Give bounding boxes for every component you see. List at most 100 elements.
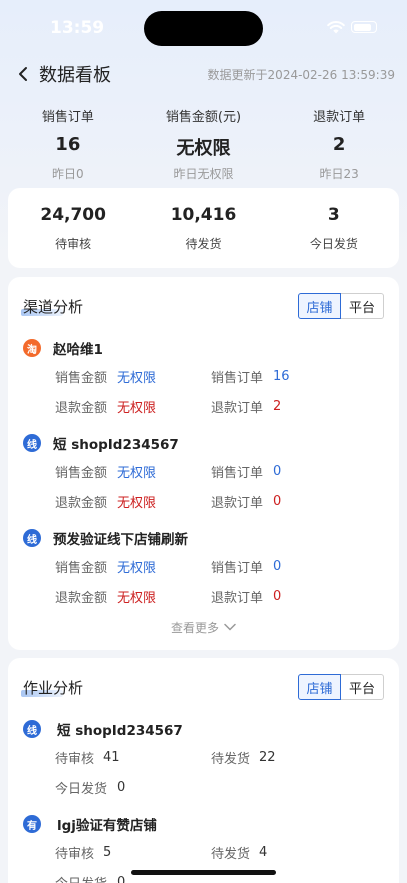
summary-sub: 昨日无权限 <box>173 167 234 181</box>
shop-metrics: 待审核 41 待发货 22 今日发货 0 <box>23 742 384 802</box>
offline-shop-icon: 线 <box>23 529 41 547</box>
metric: 销售金额 无权限 <box>55 361 211 391</box>
shop-head: 淘 赵哈维1 <box>23 335 384 361</box>
wifi-icon <box>327 21 345 34</box>
status-time: 13:59 <box>50 18 105 38</box>
home-indicator <box>131 870 276 875</box>
tab-shop[interactable]: 店铺 <box>298 293 341 319</box>
view-more-button[interactable]: 查看更多 <box>8 615 399 639</box>
summary-value: 2 <box>332 134 346 155</box>
metric-label: 待发货 <box>211 751 251 767</box>
youzan-shop-icon: 有 <box>23 815 41 833</box>
stat-value: 10,416 <box>170 204 237 225</box>
section-title: 作业分析 <box>20 678 84 697</box>
summary-sub: 昨日23 <box>319 167 359 181</box>
metric: 退款金额 无权限 <box>55 581 211 611</box>
shop-metrics: 销售金额 无权限 销售订单 16 退款金额 无权限 退款订单 2 <box>23 361 384 421</box>
metric-label: 待审核 <box>55 846 95 862</box>
summary-value: 无权限 <box>176 138 231 159</box>
summary-row: 销售订单 16 昨日0 销售金额(元) 无权限 昨日无权限 退款订单 2 昨日2… <box>0 106 407 182</box>
metric-value: 0 <box>273 463 282 479</box>
stat-shipped-today[interactable]: 3 今日发货 <box>269 205 399 252</box>
task-segmented-control: 店铺 平台 <box>298 674 384 700</box>
metric-value: 0 <box>273 493 282 509</box>
metric-value: 无权限 <box>117 465 157 481</box>
metric: 退款订单 2 <box>211 391 384 421</box>
metric-value: 16 <box>273 368 290 384</box>
metric-value: 4 <box>259 844 268 860</box>
metric: 退款金额 无权限 <box>55 486 211 516</box>
task-analysis-card: 作业分析 店铺 平台 线 短 shopId234567 待审核 41 待发货 22 … <box>8 658 399 883</box>
shop-head: 线 短 shopId234567 <box>23 430 384 456</box>
metric: 销售订单 0 <box>211 551 384 581</box>
summary-sales-orders[interactable]: 销售订单 16 昨日0 <box>0 106 136 182</box>
section-header: 作业分析 店铺 平台 <box>8 658 399 716</box>
metric-value: 无权限 <box>117 370 157 386</box>
summary-sales-amount[interactable]: 销售金额(元) 无权限 昨日无权限 <box>136 106 272 182</box>
status-icons <box>327 20 377 34</box>
metric-label: 今日发货 <box>55 873 117 883</box>
metric: 待发货 4 <box>211 837 384 867</box>
shop-metrics: 销售金额 无权限 销售订单 0 退款金额 无权限 退款订单 0 <box>23 551 384 611</box>
channel-segmented-control: 店铺 平台 <box>298 293 384 319</box>
summary-refund-orders[interactable]: 退款订单 2 昨日23 <box>271 106 407 182</box>
metric-value: 无权限 <box>117 560 157 576</box>
metric-label: 销售金额 <box>55 560 108 576</box>
stat-label: 待发货 <box>185 236 222 251</box>
stat-label: 今日发货 <box>309 236 358 251</box>
taobao-icon: 淘 <box>23 339 41 357</box>
metric: 销售金额 无权限 <box>55 551 211 581</box>
tab-platform[interactable]: 平台 <box>341 674 384 700</box>
chevron-down-icon <box>224 623 236 631</box>
stat-label: 待审核 <box>55 236 92 251</box>
shop-name: 短 shopId234567 <box>53 437 179 453</box>
metric-label: 销售订单 <box>211 370 264 386</box>
metric-label: 退款订单 <box>211 590 264 606</box>
channel-analysis-card: 渠道分析 店铺 平台 淘 赵哈维1 销售金额 无权限 销售订单 16 退款金额 无权限… <box>8 277 399 650</box>
stat-value: 3 <box>327 204 340 225</box>
metric-label: 退款金额 <box>55 400 108 416</box>
metric: 销售金额 无权限 <box>55 456 211 486</box>
metric: 退款订单 0 <box>211 581 384 611</box>
shop-name: 短 shopId234567 <box>57 723 183 739</box>
view-more-label: 查看更多 <box>170 620 219 635</box>
section-title: 渠道分析 <box>20 297 84 316</box>
metric-label: 销售金额 <box>55 370 108 386</box>
metric-value: 2 <box>273 398 282 414</box>
metric-label: 销售订单 <box>211 560 264 576</box>
shop-head: 有 lgj验证有赞店铺 <box>23 811 384 837</box>
stat-pending-ship[interactable]: 10,416 待发货 <box>138 205 268 252</box>
metric: 销售订单 16 <box>211 361 384 391</box>
metric: 待审核 41 <box>55 742 211 772</box>
metric-label: 待发货 <box>211 846 251 862</box>
metric: 销售订单 0 <box>211 456 384 486</box>
shop-metrics: 待审核 5 待发货 4 今日发货0 <box>23 837 384 883</box>
shop-name: 赵哈维1 <box>53 342 103 358</box>
shop-name: 预发验证线下店铺刷新 <box>53 532 188 548</box>
summary-value: 16 <box>55 134 81 155</box>
tab-platform[interactable]: 平台 <box>341 293 384 319</box>
metric-value: 0 <box>117 874 126 883</box>
metric-value: 22 <box>259 749 276 765</box>
metric-value: 无权限 <box>117 495 157 511</box>
metric-label: 退款订单 <box>211 495 264 511</box>
nav-bar: 数据看板 数据更新于2024-02-26 13:59:39 <box>0 56 407 92</box>
summary-label: 退款订单 <box>313 110 366 125</box>
metric: 待发货 22 <box>211 742 384 772</box>
shop-head: 线 短 shopId234567 <box>23 716 384 742</box>
shop-name: lgj验证有赞店铺 <box>57 818 157 834</box>
metric-label: 销售订单 <box>211 465 264 481</box>
metric-label: 退款金额 <box>55 495 108 511</box>
metric-value: 0 <box>273 558 282 574</box>
update-time: 数据更新于2024-02-26 13:59:39 <box>207 67 395 82</box>
summary-sub: 昨日0 <box>52 167 84 181</box>
dynamic-island <box>144 11 263 46</box>
shop-block: 线 预发验证线下店铺刷新 销售金额 无权限 销售订单 0 退款金额 无权限 退款订单 0 <box>8 525 399 611</box>
tab-shop[interactable]: 店铺 <box>298 674 341 700</box>
summary-label: 销售订单 <box>41 110 94 125</box>
stat-pending-review[interactable]: 24,700 待审核 <box>8 205 138 252</box>
stat-value: 24,700 <box>40 204 106 225</box>
metric-value: 无权限 <box>117 590 157 606</box>
back-icon[interactable] <box>12 63 34 85</box>
stats-card: 24,700 待审核 10,416 待发货 3 今日发货 <box>8 188 399 268</box>
